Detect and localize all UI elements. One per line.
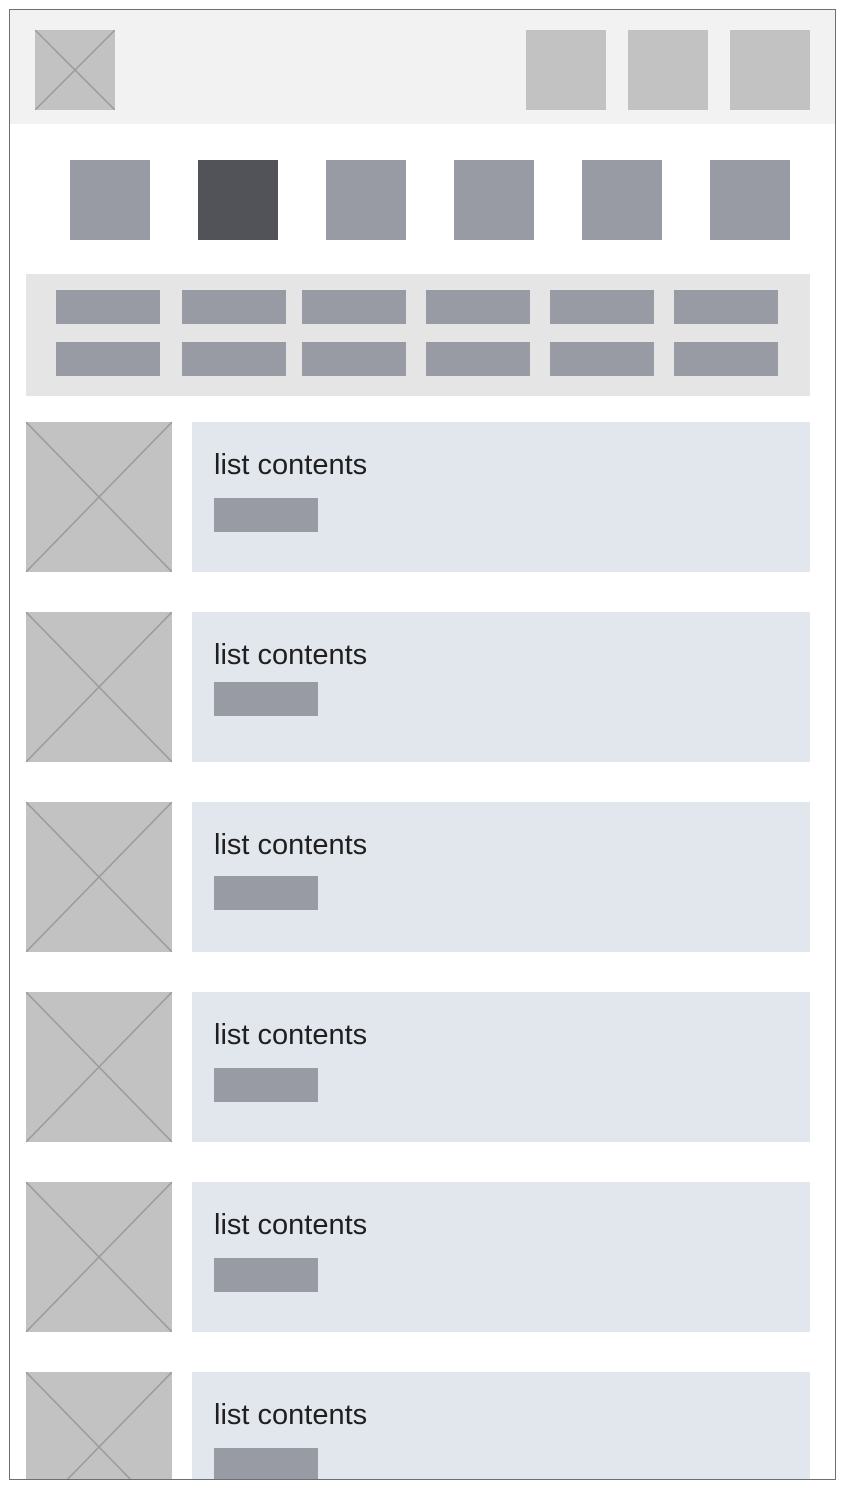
category-tab-6[interactable] — [710, 160, 790, 240]
list-item-tag[interactable] — [214, 1258, 318, 1292]
filter-chip[interactable] — [302, 342, 406, 376]
category-tab-4[interactable] — [454, 160, 534, 240]
image-placeholder-icon — [26, 612, 172, 762]
filter-chip[interactable] — [182, 290, 286, 324]
filter-panel — [26, 274, 810, 396]
list-item-title: list contents — [214, 829, 368, 861]
list-item-tag[interactable] — [214, 1068, 318, 1102]
image-placeholder-icon — [26, 802, 172, 952]
image-placeholder-icon — [26, 992, 172, 1142]
image-placeholder-icon — [26, 422, 172, 572]
app-frame: list contents list contents list content… — [9, 9, 836, 1480]
list-item-title: list contents — [214, 639, 368, 671]
list-item[interactable]: list contents — [192, 1372, 810, 1479]
list-item[interactable]: list contents — [192, 992, 810, 1142]
list-item-title: list contents — [214, 1209, 368, 1241]
image-placeholder-icon — [26, 1372, 172, 1479]
filter-chip[interactable] — [674, 342, 778, 376]
category-tab-2-active[interactable] — [198, 160, 278, 240]
filter-chip[interactable] — [550, 342, 654, 376]
list-item[interactable]: list contents — [192, 802, 810, 952]
category-tab-5[interactable] — [582, 160, 662, 240]
filter-chip[interactable] — [674, 290, 778, 324]
list-item[interactable]: list contents — [192, 1182, 810, 1332]
filter-chip[interactable] — [426, 342, 530, 376]
list-item-tag[interactable] — [214, 682, 318, 716]
list-item-tag[interactable] — [214, 1448, 318, 1479]
category-tab-3[interactable] — [326, 160, 406, 240]
category-tab-1[interactable] — [70, 160, 150, 240]
list-item-thumbnail[interactable] — [26, 992, 172, 1142]
header-action-button-2[interactable] — [628, 30, 708, 110]
filter-chip[interactable] — [550, 290, 654, 324]
image-placeholder-icon — [26, 1182, 172, 1332]
filter-chip[interactable] — [182, 342, 286, 376]
list-item-thumbnail[interactable] — [26, 1182, 172, 1332]
list-item-thumbnail[interactable] — [26, 802, 172, 952]
filter-chip[interactable] — [302, 290, 406, 324]
list-item-title: list contents — [214, 1019, 368, 1051]
list-item[interactable]: list contents — [192, 422, 810, 572]
list-item-thumbnail[interactable] — [26, 612, 172, 762]
image-placeholder-icon — [35, 30, 115, 110]
list-item-thumbnail[interactable] — [26, 422, 172, 572]
filter-chip[interactable] — [426, 290, 530, 324]
list-item-thumbnail[interactable] — [26, 1372, 172, 1479]
logo-placeholder-icon[interactable] — [35, 30, 115, 110]
list-item-title: list contents — [214, 449, 368, 481]
list-item-tag[interactable] — [214, 876, 318, 910]
list-item-tag[interactable] — [214, 498, 318, 532]
list-item[interactable]: list contents — [192, 612, 810, 762]
list-item-title: list contents — [214, 1399, 368, 1431]
header-bar — [10, 10, 835, 124]
filter-chip[interactable] — [56, 342, 160, 376]
header-action-button-1[interactable] — [526, 30, 606, 110]
filter-chip[interactable] — [56, 290, 160, 324]
header-action-button-3[interactable] — [730, 30, 810, 110]
